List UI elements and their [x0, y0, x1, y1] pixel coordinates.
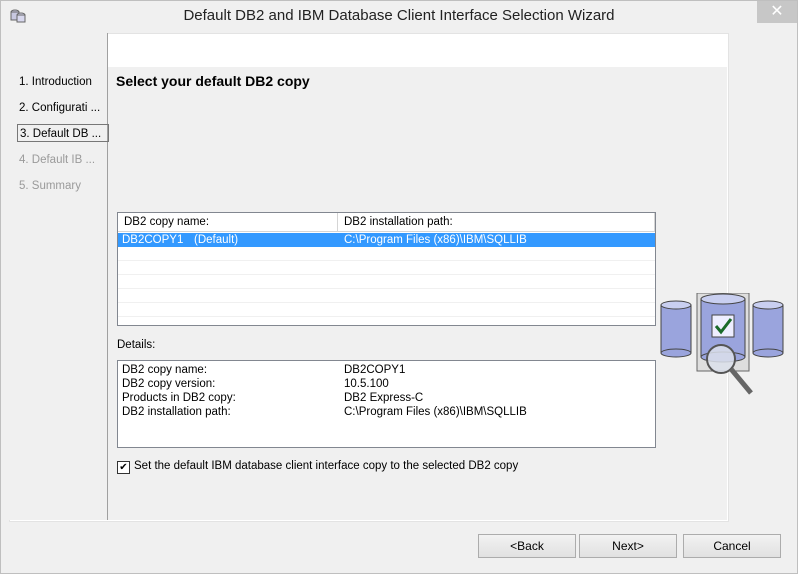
db2-copies-list[interactable]: DB2 copy name: DB2 installation path: DB…: [117, 212, 656, 326]
details-box: DB2 copy name: DB2COPY1 DB2 copy version…: [117, 360, 656, 448]
details-label: Details:: [117, 339, 156, 351]
row-divider: [118, 316, 655, 317]
detail-value: DB2 Express-C: [344, 392, 424, 404]
set-default-label[interactable]: Set the default IBM database client inte…: [134, 460, 518, 472]
detail-value: C:\Program Files (x86)\IBM\SQLLIB: [344, 406, 527, 418]
column-header-install-path[interactable]: DB2 installation path:: [338, 213, 655, 231]
nav-item-configuration[interactable]: 2. Configurati ...: [19, 99, 100, 117]
detail-value: 10.5.100: [344, 378, 389, 390]
wizard-nav: 1. Introduction 2. Configurati ... 3. De…: [9, 33, 109, 520]
row-divider: [118, 274, 655, 275]
wizard-window: Default DB2 and IBM Database Client Inte…: [0, 0, 798, 574]
list-header: DB2 copy name: DB2 installation path:: [118, 213, 655, 232]
set-default-checkbox[interactable]: ✔: [117, 461, 130, 474]
row-divider: [118, 260, 655, 261]
database-cylinder-right-icon: [752, 300, 784, 358]
nav-item-default-ibm: 4. Default IB ...: [19, 154, 96, 166]
close-button[interactable]: ✕: [757, 1, 797, 23]
detail-key: DB2 copy version:: [122, 378, 216, 390]
title-bar[interactable]: Default DB2 and IBM Database Client Inte…: [1, 1, 797, 31]
cancel-button[interactable]: Cancel: [683, 534, 781, 558]
back-button[interactable]: <Back: [478, 534, 576, 558]
database-cylinder-left-icon: [660, 300, 692, 358]
detail-key: DB2 copy name:: [122, 364, 208, 376]
detail-value: DB2COPY1: [344, 364, 406, 376]
table-row[interactable]: DB2COPY1 (Default) C:\Program Files (x86…: [118, 233, 655, 247]
checkmark-icon: ✔: [119, 462, 128, 473]
database-selection-icon: [660, 293, 784, 395]
default-flag-cell: (Default): [194, 234, 239, 246]
detail-key: DB2 installation path:: [122, 406, 231, 418]
page-title: Select your default DB2 copy: [116, 73, 310, 89]
nav-item-introduction[interactable]: 1. Introduction: [19, 73, 92, 91]
copy-name-cell: DB2COPY1: [122, 234, 184, 246]
nav-item-summary: 5. Summary: [19, 180, 81, 192]
nav-item-default-db2[interactable]: 3. Default DB ...: [17, 124, 109, 142]
next-button[interactable]: Next>: [579, 534, 677, 558]
install-path-cell: C:\Program Files (x86)\IBM\SQLLIB: [344, 234, 527, 246]
column-header-copy-name[interactable]: DB2 copy name:: [118, 213, 338, 231]
window-title: Default DB2 and IBM Database Client Inte…: [183, 7, 615, 24]
detail-key: Products in DB2 copy:: [122, 392, 236, 404]
row-divider: [118, 288, 655, 289]
close-icon: ✕: [770, 3, 784, 20]
row-divider: [118, 302, 655, 303]
